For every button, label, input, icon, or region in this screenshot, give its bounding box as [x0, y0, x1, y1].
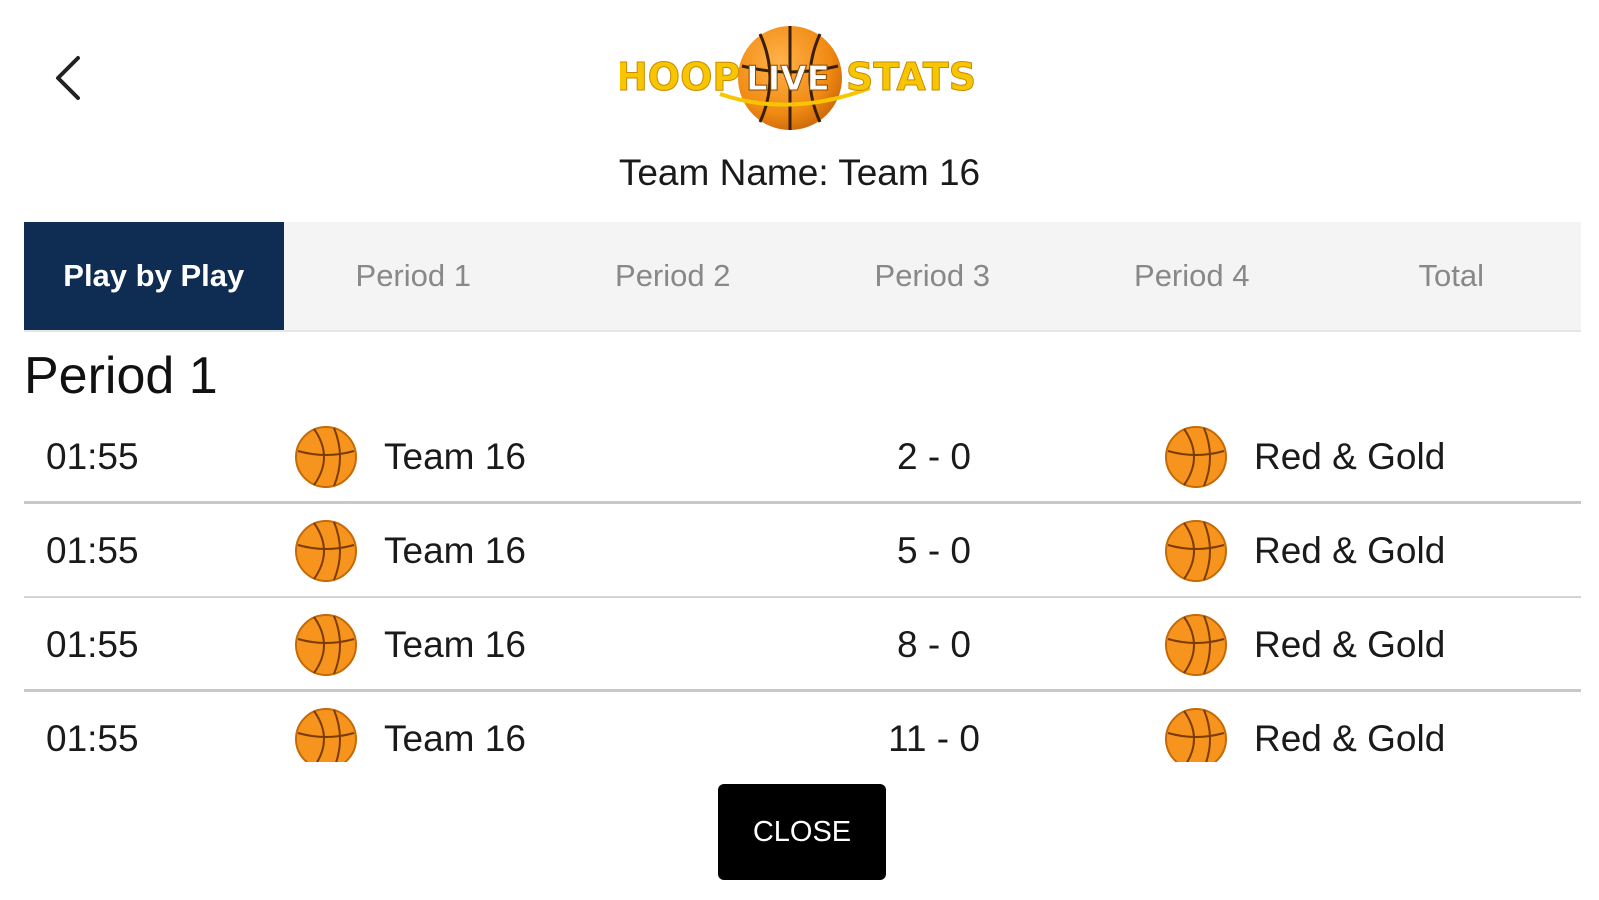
team-name: Team 16 — [384, 624, 526, 665]
team-name: Team 16 — [384, 436, 526, 477]
basketball-icon — [1165, 426, 1227, 488]
play-time: 01:55 — [46, 436, 139, 477]
svg-text:STATS: STATS — [846, 55, 976, 99]
basketball-icon — [295, 614, 357, 676]
score: 2 - 0 — [896, 436, 972, 477]
basketball-icon — [1165, 614, 1227, 676]
hooplivestats-logo: HOOP LIVE STATS — [616, 18, 980, 136]
basketball-icon — [295, 708, 357, 762]
play-row: 01:55 Team 16 11 - 0 Red & Gold — [24, 692, 1581, 762]
play-row: 01:55 Team 16 8 - 0 Red & Gold — [24, 598, 1581, 692]
tab-play-by-play[interactable]: Play by Play — [24, 222, 284, 330]
tab-period-3[interactable]: Period 3 — [803, 222, 1063, 330]
close-button[interactable]: CLOSE — [718, 784, 886, 880]
section-title: Period 1 — [24, 347, 218, 405]
team-name: Team 16 — [384, 718, 526, 759]
play-time: 01:55 — [46, 624, 139, 665]
basketball-icon — [1165, 708, 1227, 762]
team-name: Team 16 — [384, 530, 526, 571]
tab-period-2[interactable]: Period 2 — [543, 222, 803, 330]
play-by-play-screen: HOOP LIVE STATS Team Name: Team 16 Play … — [0, 0, 1599, 900]
basketball-icon — [295, 520, 357, 582]
opponent-name: Red & Gold — [1254, 436, 1446, 477]
team-name-label: Team Name: Team 16 — [618, 152, 981, 193]
score: 11 - 0 — [888, 718, 980, 759]
play-time: 01:55 — [46, 530, 139, 571]
score: 5 - 0 — [896, 530, 972, 571]
play-time: 01:55 — [46, 718, 139, 759]
play-row: 01:55 Team 16 2 - 0 Red & Gold — [24, 410, 1581, 504]
tab-period-1[interactable]: Period 1 — [284, 222, 544, 330]
basketball-icon — [1165, 520, 1227, 582]
opponent-name: Red & Gold — [1254, 718, 1446, 759]
basketball-icon — [295, 426, 357, 488]
stats-tabs: Play by Play Period 1 Period 2 Period 3 … — [24, 222, 1581, 332]
play-row: 01:55 Team 16 5 - 0 Red & Gold — [24, 504, 1581, 598]
back-button[interactable] — [48, 52, 92, 104]
svg-text:HOOP: HOOP — [620, 55, 740, 99]
tab-period-4[interactable]: Period 4 — [1062, 222, 1322, 330]
svg-text:LIVE: LIVE — [746, 59, 830, 99]
play-list[interactable]: 01:55 Team 16 2 - 0 Red & Gold 01:55 Tea… — [24, 410, 1581, 762]
chevron-left-icon — [56, 56, 80, 100]
opponent-name: Red & Gold — [1254, 624, 1446, 665]
tab-total[interactable]: Total — [1322, 222, 1582, 330]
opponent-name: Red & Gold — [1254, 530, 1446, 571]
score: 8 - 0 — [896, 624, 972, 665]
